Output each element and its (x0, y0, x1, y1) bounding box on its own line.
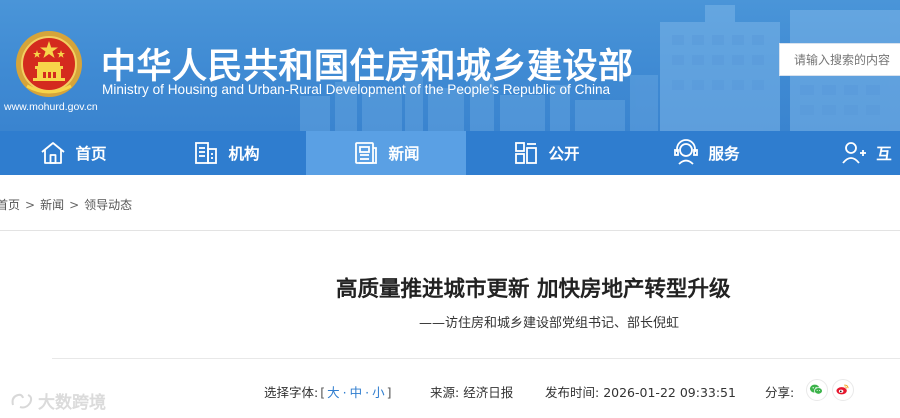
publish-time-label: 发布时间: (545, 385, 600, 400)
breadcrumb-separator: > (25, 198, 36, 212)
building-icon (195, 142, 218, 164)
wechat-share-button[interactable] (806, 379, 828, 401)
font-size-selector: 选择字体:[大 · 中 · 小] (264, 382, 394, 401)
breadcrumb-divider (0, 230, 900, 231)
nav-item-disclosure[interactable]: 公开 (466, 131, 626, 175)
nav-item-interaction[interactable]: 互 (786, 131, 900, 175)
dot-separator: · (342, 385, 347, 400)
watermark-text: 大数跨境 (38, 393, 106, 413)
nav-label: 公开 (548, 145, 580, 163)
nav-label: 新闻 (388, 145, 420, 163)
site-subtitle: Ministry of Housing and Urban-Rural Deve… (102, 82, 611, 97)
weibo-icon (836, 384, 849, 395)
nav-item-service[interactable]: 服务 (626, 131, 786, 175)
nav-label: 服务 (708, 145, 740, 163)
article-title: 高质量推进城市更新 加快房地产转型升级 (336, 277, 731, 302)
disclosure-icon (515, 142, 538, 164)
nav-item-news[interactable]: 新闻 (306, 131, 466, 175)
article-subtitle: ——访住房和城乡建设部党组书记、部长倪虹 (419, 316, 680, 331)
font-size-medium-button[interactable]: 中 (350, 385, 363, 400)
site-url: www.mohurd.gov.cn (4, 101, 98, 113)
article-source: 来源: 经济日报 (430, 382, 513, 401)
source-value: 经济日报 (463, 385, 514, 400)
bracket-close: ] (386, 385, 392, 400)
weibo-share-button[interactable] (832, 379, 854, 401)
nav-item-home[interactable]: 首页 (0, 131, 146, 175)
font-size-small-button[interactable]: 小 (372, 385, 385, 400)
home-icon (41, 142, 66, 164)
news-icon (355, 142, 378, 164)
nav-label: 首页 (75, 145, 107, 163)
nav-item-organization[interactable]: 机构 (146, 131, 306, 175)
main-nav: 首页 机构 新闻 公开 服务 互 (0, 131, 900, 175)
breadcrumb-separator: > (69, 198, 80, 212)
watermark-logo-icon (11, 393, 33, 408)
bracket-open: [ (320, 385, 326, 400)
dot-separator: · (365, 385, 370, 400)
nav-label: 互 (876, 145, 892, 163)
search-input[interactable] (779, 43, 900, 76)
share-label: 分享: (765, 385, 795, 400)
source-label: 来源: (430, 385, 460, 400)
breadcrumb-home-link[interactable]: 首页 (0, 198, 20, 212)
watermark: 大数跨境 (10, 388, 106, 413)
service-icon (674, 139, 699, 165)
interaction-icon (842, 142, 867, 164)
national-emblem-icon (16, 31, 82, 97)
font-size-large-button[interactable]: 大 (327, 385, 340, 400)
breadcrumb-leadership-link[interactable]: 领导动态 (84, 198, 132, 212)
font-size-label: 选择字体: (264, 385, 319, 400)
breadcrumb: 首页 > 新闻 > 领导动态 (0, 196, 132, 213)
header-banner: 中华人民共和国住房和城乡建设部 Ministry of Housing and … (0, 0, 900, 131)
article-publish-time: 发布时间: 2026-01-22 09:33:51 (545, 382, 736, 401)
wechat-icon (809, 384, 823, 395)
publish-time-value: 2026-01-22 09:33:51 (603, 385, 736, 400)
breadcrumb-news-link[interactable]: 新闻 (40, 198, 64, 212)
meta-divider (52, 358, 900, 359)
nav-label: 机构 (228, 145, 260, 163)
